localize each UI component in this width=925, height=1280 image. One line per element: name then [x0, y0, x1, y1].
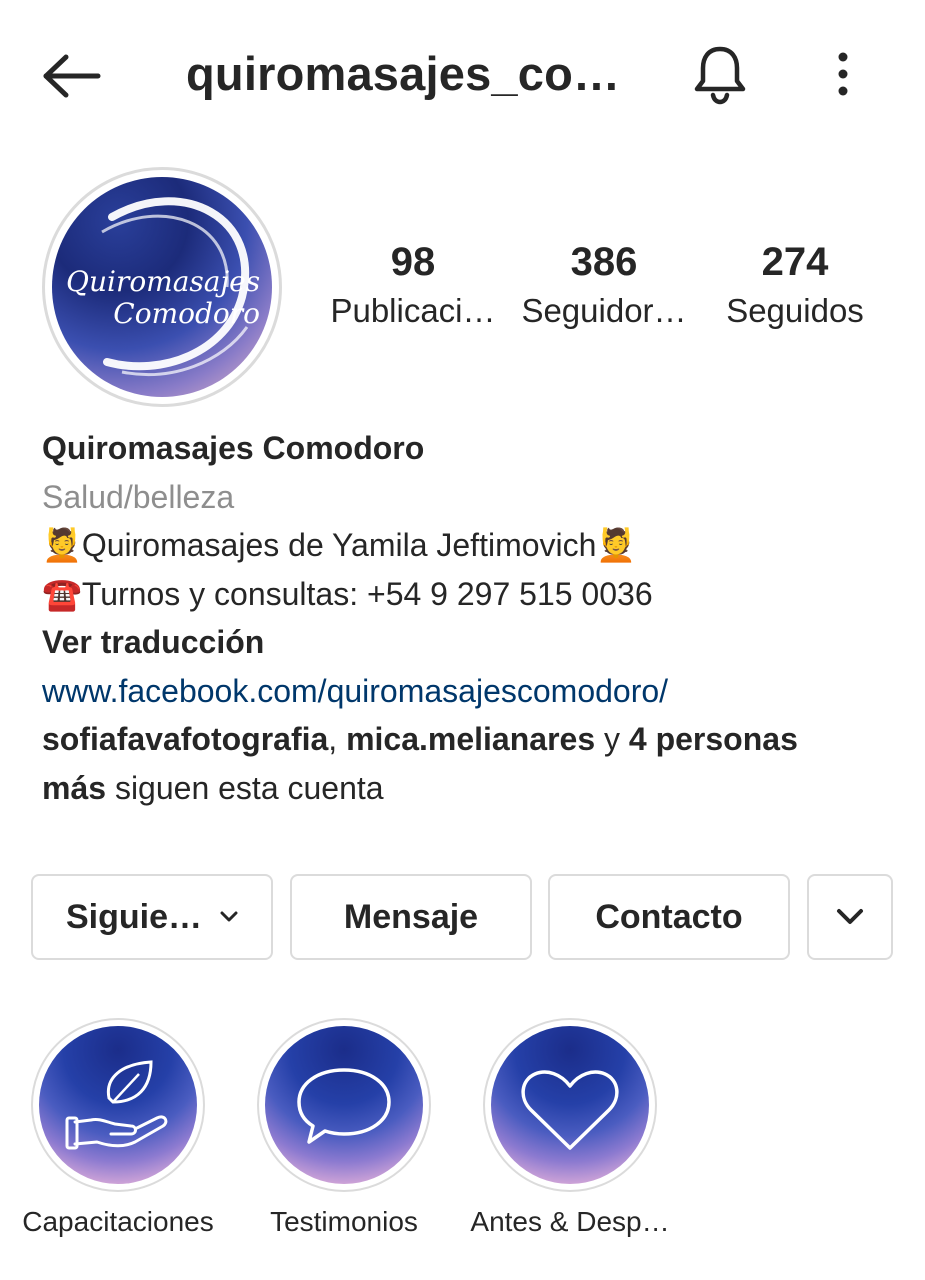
- profile-name: Quiromasajes Comodoro: [42, 430, 425, 466]
- highlight-antes-despues[interactable]: Antes & Desp…: [470, 1018, 670, 1238]
- message-button-label: Mensaje: [343, 897, 479, 936]
- kebab-menu-icon: [838, 52, 848, 96]
- profile-category: Salud/belleza: [42, 478, 235, 515]
- hand-leaf-icon: [65, 1060, 168, 1150]
- following-button[interactable]: Siguie…: [31, 874, 273, 960]
- highlight-label: Testimonios: [270, 1206, 418, 1237]
- followed-by-others-2[interactable]: más: [42, 770, 106, 806]
- see-translation-link[interactable]: Ver traducción: [42, 618, 902, 667]
- avatar-text-line1: Quiromasajes: [66, 265, 261, 298]
- highlight-capacitaciones[interactable]: Capacitaciones: [22, 1018, 214, 1238]
- stat-posts[interactable]: 98 Publicaci…: [320, 236, 506, 334]
- highlight-ring: [483, 1018, 657, 1192]
- bio-line-1-text: Quiromasajes de Yamila Jeftimovich: [81, 527, 597, 563]
- followed-by-line-2: más siguen esta cuenta: [42, 764, 902, 813]
- highlight-cover: [491, 1026, 649, 1184]
- followed-by-suffix: siguen esta cuenta: [106, 769, 384, 806]
- highlight-ring: [31, 1018, 205, 1192]
- chevron-down-icon: [837, 909, 863, 924]
- notifications-button[interactable]: [688, 40, 752, 108]
- more-options-button[interactable]: [820, 44, 866, 104]
- stat-posts-label: Publicaci…: [330, 292, 496, 329]
- stat-following[interactable]: 274 Seguidos: [712, 236, 878, 334]
- highlight-cover: [39, 1026, 197, 1184]
- followed-by-line[interactable]: sofiafavafotografia, mica.melianares y 4…: [42, 715, 902, 764]
- arrow-left-icon: [43, 54, 101, 98]
- back-button[interactable]: [38, 48, 104, 104]
- stat-followers-count: 386: [570, 240, 638, 284]
- stat-followers[interactable]: 386 Seguidor…: [514, 236, 694, 334]
- page-title: quiromasajes_co…: [186, 47, 621, 100]
- heart-icon: [521, 1070, 619, 1150]
- follower-username-1[interactable]: sofiafavafotografia: [42, 721, 328, 757]
- bio-line-1: 💆Quiromasajes de Yamila Jeftimovich💆: [42, 521, 902, 570]
- avatar-image: Quiromasajes Comodoro: [52, 177, 272, 397]
- stat-followers-label: Seguidor…: [521, 292, 687, 329]
- follower-username-2[interactable]: mica.melianares: [346, 721, 595, 757]
- highlight-label: Antes & Desp…: [470, 1206, 670, 1237]
- message-button[interactable]: Mensaje: [290, 874, 532, 960]
- speech-bubble-icon: [297, 1068, 391, 1144]
- contact-button[interactable]: Contacto: [548, 874, 790, 960]
- highlight-ring: [257, 1018, 431, 1192]
- suggested-accounts-button[interactable]: [807, 874, 893, 960]
- highlight-label: Capacitaciones: [22, 1206, 214, 1237]
- bio-line-2: ☎️Turnos y consultas: +54 9 297 515 0036: [42, 570, 902, 619]
- stat-following-label: Seguidos: [726, 292, 864, 329]
- contact-button-label: Contacto: [595, 897, 743, 936]
- followed-by-and: y: [595, 721, 629, 757]
- website-link[interactable]: www.facebook.com/quiromasajescomodoro/: [42, 667, 902, 716]
- avatar-text-line2: Comodoro: [113, 297, 260, 330]
- chevron-down-icon: [220, 911, 238, 923]
- bell-icon: [694, 46, 746, 105]
- profile-bio: Quiromasajes Comodoro Salud/belleza 💆Qui…: [42, 424, 902, 812]
- bio-line-2-text: Turnos y consultas: +54 9 297 515 0036: [81, 575, 653, 612]
- highlight-testimonios[interactable]: Testimonios: [254, 1018, 434, 1238]
- profile-avatar[interactable]: Quiromasajes Comodoro: [42, 167, 282, 407]
- followed-by-separator: ,: [328, 721, 347, 757]
- stat-posts-count: 98: [390, 240, 436, 284]
- telephone-emoji-icon: ☎️: [42, 575, 82, 612]
- top-bar: quiromasajes_co…: [0, 0, 925, 150]
- following-button-label: Siguie…: [65, 897, 203, 936]
- massage-emoji-icon: 💆: [42, 527, 82, 563]
- stat-following-count: 274: [761, 240, 829, 284]
- massage-emoji-icon-end: 💆: [596, 527, 637, 563]
- followed-by-others[interactable]: 4 personas: [629, 721, 798, 757]
- highlight-cover: [265, 1026, 423, 1184]
